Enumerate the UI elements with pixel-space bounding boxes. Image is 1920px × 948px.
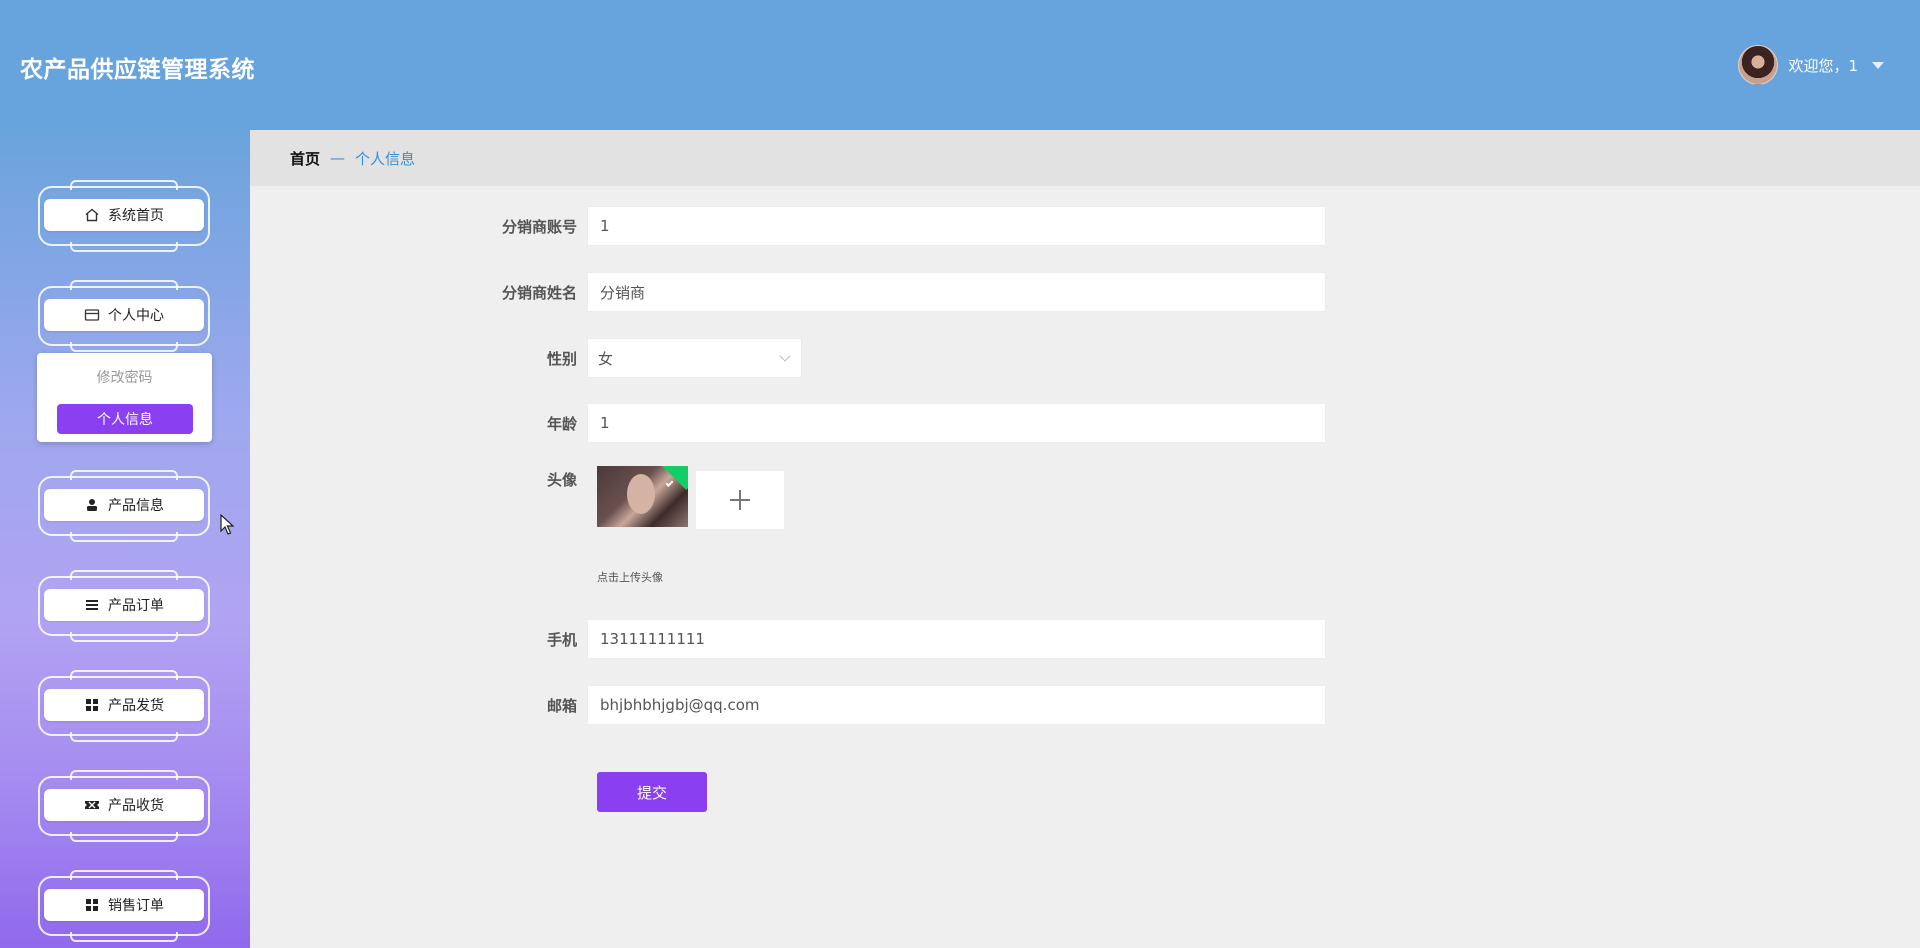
avatar-preview[interactable]: [597, 466, 688, 527]
submenu-personal-info[interactable]: 个人信息: [57, 404, 193, 434]
user-avatar[interactable]: [1738, 45, 1779, 85]
name-field[interactable]: 分销商: [587, 272, 1326, 312]
plus-icon: [730, 490, 750, 510]
sidebar-button-product-order[interactable]: 产品订单: [44, 589, 204, 621]
phone-row: 手机 13111111111: [480, 619, 1326, 659]
mouse-cursor-icon: [220, 514, 234, 535]
user-menu[interactable]: 欢迎您，1: [1738, 44, 1884, 86]
top-header: 农产品供应链管理系统 欢迎您，1: [0, 0, 1920, 130]
list-icon: [84, 597, 100, 613]
sidebar-item-home[interactable]: 系统首页: [38, 180, 210, 252]
ticket-icon: [84, 797, 100, 813]
upload-success-badge: [657, 466, 688, 491]
sidebar-item-personal-center[interactable]: 个人中心: [38, 280, 210, 352]
gender-label: 性别: [546, 349, 577, 368]
sidebar-button-personal-center[interactable]: 个人中心: [44, 299, 204, 331]
email-field[interactable]: bhjbhbhjgbj@qq.com: [587, 685, 1326, 725]
gender-row: 性别 女: [480, 338, 802, 378]
sidebar-item-product-shipping[interactable]: 产品发货: [38, 670, 210, 742]
welcome-text[interactable]: 欢迎您，1: [1788, 55, 1858, 76]
avatar-label: 头像: [546, 471, 577, 489]
sidebar-button-home[interactable]: 系统首页: [44, 199, 204, 231]
app-title: 农产品供应链管理系统: [20, 57, 255, 83]
breadcrumb: 首页 — 个人信息: [250, 130, 1920, 186]
personal-center-submenu: 修改密码 个人信息: [37, 353, 212, 442]
avatar-upload-hint: 点击上传头像: [597, 571, 663, 584]
grid-icon: [84, 897, 100, 913]
sidebar-item-label: 产品收货: [108, 798, 164, 814]
sidebar-button-sales-order[interactable]: 销售订单: [44, 889, 204, 921]
avatar-face: [627, 474, 655, 514]
age-label: 年龄: [546, 414, 577, 433]
phone-field[interactable]: 13111111111: [587, 619, 1326, 659]
sidebar-item-label: 产品发货: [108, 698, 164, 714]
age-field[interactable]: 1: [587, 403, 1326, 443]
sidebar-item-label: 销售订单: [108, 898, 164, 914]
sidebar-item-sales-order[interactable]: 销售订单: [38, 870, 210, 942]
sidebar-item-label: 产品信息: [108, 498, 164, 514]
home-icon: [84, 207, 100, 223]
sidebar-item-label: 产品订单: [108, 598, 164, 614]
account-field[interactable]: 1: [587, 206, 1326, 246]
account-row: 分销商账号 1: [480, 206, 1326, 246]
email-label: 邮箱: [546, 696, 577, 715]
gender-value: 女: [598, 349, 614, 368]
email-row: 邮箱 bhjbhbhjgbj@qq.com: [480, 685, 1326, 725]
gender-select[interactable]: 女: [587, 338, 802, 378]
breadcrumb-current: 个人信息: [355, 149, 416, 168]
caret-down-icon[interactable]: [1872, 61, 1884, 69]
sidebar: 系统首页 个人中心 产品信息 产品订单 产品发货 产品收货 销售订单: [0, 130, 250, 948]
sidebar-button-product-info[interactable]: 产品信息: [44, 489, 204, 521]
sidebar-button-product-shipping[interactable]: 产品发货: [44, 689, 204, 721]
account-label: 分销商账号: [501, 217, 577, 236]
sidebar-item-product-receiving[interactable]: 产品收货: [38, 770, 210, 842]
breadcrumb-home[interactable]: 首页: [290, 148, 320, 169]
name-row: 分销商姓名 分销商: [480, 272, 1326, 312]
avatar-row: 头像: [480, 469, 587, 490]
avatar-upload-button[interactable]: [695, 470, 785, 530]
phone-label: 手机: [546, 630, 577, 649]
sidebar-item-label: 个人中心: [108, 308, 164, 324]
submit-button[interactable]: 提交: [597, 772, 707, 812]
sidebar-button-product-receiving[interactable]: 产品收货: [44, 789, 204, 821]
sidebar-item-label: 系统首页: [108, 208, 164, 224]
name-label: 分销商姓名: [501, 283, 577, 302]
chevron-down-icon: [779, 350, 791, 362]
submenu-change-password[interactable]: 修改密码: [37, 367, 212, 387]
card-icon: [84, 307, 100, 323]
age-row: 年龄 1: [480, 403, 1326, 443]
check-icon: [665, 479, 674, 487]
sidebar-item-product-info[interactable]: 产品信息: [38, 470, 210, 542]
person-icon: [84, 497, 100, 513]
breadcrumb-separator: —: [330, 149, 346, 167]
grid-icon: [84, 697, 100, 713]
sidebar-item-product-order[interactable]: 产品订单: [38, 570, 210, 642]
